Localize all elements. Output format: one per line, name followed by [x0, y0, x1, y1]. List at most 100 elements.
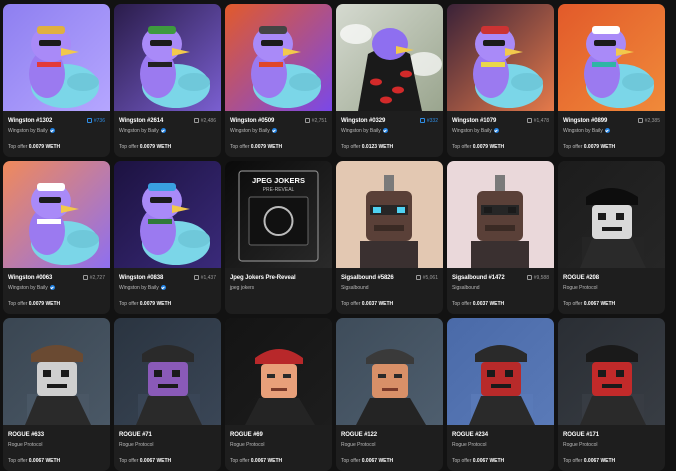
collection-name[interactable]: Rogue Protocol: [8, 440, 105, 449]
nft-name[interactable]: ROGUE #234: [452, 432, 488, 438]
nft-name[interactable]: Wingston #1079: [452, 118, 496, 124]
nft-card[interactable]: Wingston #0329 #332 Wingston by Baily Top o…: [336, 4, 443, 157]
collection-name-text: Wingston by Baily: [119, 127, 159, 134]
nft-card[interactable]: ROGUE #633 Rogue Protocol Top offer 0.0067…: [3, 318, 110, 471]
nft-image[interactable]: [558, 318, 665, 425]
nft-name[interactable]: ROGUE #71: [119, 432, 152, 438]
nft-name[interactable]: Wingston #0329: [341, 118, 385, 124]
rarity-icon: [415, 275, 421, 280]
collection-name[interactable]: Wingston by Baily: [230, 126, 327, 135]
nft-card[interactable]: ROGUE #69 Rogue Protocol Top offer 0.0067 …: [225, 318, 332, 471]
top-offer-value: 0.0079 WETH: [472, 144, 505, 150]
collection-name[interactable]: Wingston by Baily: [119, 126, 216, 135]
nft-name[interactable]: Wingston #1302: [8, 118, 52, 124]
nft-name[interactable]: ROGUE #633: [8, 432, 44, 438]
collection-name[interactable]: Rogue Protocol: [119, 440, 216, 449]
nft-card[interactable]: JPEG JOKERS PRE-REVEAL Jpeg Jokers Pre-Rev…: [225, 161, 332, 314]
collection-name[interactable]: Wingston by Baily: [452, 126, 549, 135]
collection-name-text: Rogue Protocol: [119, 441, 154, 448]
collection-name[interactable]: jpeg jokers: [230, 283, 327, 292]
top-offer-label: Top offer: [341, 301, 361, 307]
rarity-rank-value: #1,478: [533, 117, 549, 124]
nft-image[interactable]: [447, 161, 554, 268]
collection-name[interactable]: Rogue Protocol: [563, 440, 660, 449]
nft-name[interactable]: Sigsalbound #1472: [452, 275, 505, 281]
nft-name[interactable]: Wingston #0063: [8, 275, 52, 281]
nft-image[interactable]: JPEG JOKERS PRE-REVEAL: [225, 161, 332, 268]
collection-name[interactable]: Rogue Protocol: [563, 283, 660, 292]
nft-card[interactable]: ROGUE #71 Rogue Protocol Top offer 0.0067 …: [114, 318, 221, 471]
collection-name-text: Rogue Protocol: [563, 441, 598, 448]
nft-image[interactable]: [558, 161, 665, 268]
nft-image[interactable]: [114, 161, 221, 268]
collection-name[interactable]: Wingston by Baily: [119, 283, 216, 292]
nft-name[interactable]: ROGUE #69: [230, 432, 263, 438]
top-offer: Top offer 0.0067 WETH: [119, 458, 216, 464]
nft-image[interactable]: [558, 4, 665, 111]
nft-name[interactable]: Jpeg Jokers Pre-Reveal: [230, 275, 296, 281]
top-offer: Top offer 0.0067 WETH: [563, 301, 660, 307]
nft-card[interactable]: ROGUE #208 Rogue Protocol Top offer 0.0067…: [558, 161, 665, 314]
nft-card[interactable]: Sigsalbound #5826 #5,061 Sigsalbound Top of…: [336, 161, 443, 314]
nft-card[interactable]: Wingston #1079 #1,478 Wingston by Baily Top…: [447, 4, 554, 157]
top-offer-value: 0.0123 WETH: [361, 144, 394, 150]
nft-image[interactable]: [336, 318, 443, 425]
collection-name[interactable]: Wingston by Baily: [341, 126, 438, 135]
collection-name[interactable]: Wingston by Baily: [563, 126, 660, 135]
rarity-icon: [526, 118, 532, 123]
nft-name[interactable]: Wingston #0899: [563, 118, 607, 124]
nft-card[interactable]: Wingston #0899 #2,385 Wingston by Baily Top…: [558, 4, 665, 157]
collection-name[interactable]: Rogue Protocol: [230, 440, 327, 449]
nft-card[interactable]: Wingston #1302 #736 Wingston by Baily Top o…: [3, 4, 110, 157]
top-offer-label: Top offer: [8, 144, 28, 150]
top-offer-value: 0.0079 WETH: [139, 301, 172, 307]
top-offer: Top offer 0.0079 WETH: [230, 144, 327, 150]
nft-image[interactable]: [447, 318, 554, 425]
top-offer-label: Top offer: [8, 301, 28, 307]
nft-image[interactable]: [3, 318, 110, 425]
nft-card[interactable]: Wingston #0509 #2,751 Wingston by Baily Top…: [225, 4, 332, 157]
nft-image[interactable]: [3, 161, 110, 268]
nft-name[interactable]: ROGUE #122: [341, 432, 377, 438]
top-offer-label: Top offer: [563, 301, 583, 307]
top-offer-label: Top offer: [230, 144, 250, 150]
nft-card[interactable]: Wingston #0838 #1,437 Wingston by Baily Top…: [114, 161, 221, 314]
rarity-icon: [637, 118, 643, 123]
nft-card[interactable]: Wingston #2614 #2,486 Wingston by Baily Top…: [114, 4, 221, 157]
collection-name[interactable]: Wingston by Baily: [8, 283, 105, 292]
rarity-rank-value: #5,061: [422, 274, 438, 281]
collection-name[interactable]: Sigsalbound: [341, 283, 438, 292]
nft-image[interactable]: [336, 4, 443, 111]
nft-card[interactable]: ROGUE #171 Rogue Protocol Top offer 0.0067…: [558, 318, 665, 471]
nft-card[interactable]: ROGUE #122 Rogue Protocol Top offer 0.0067…: [336, 318, 443, 471]
nft-name[interactable]: ROGUE #171: [563, 432, 599, 438]
top-offer: Top offer 0.0037 WETH: [341, 301, 438, 307]
nft-image[interactable]: [336, 161, 443, 268]
collection-name-text: Wingston by Baily: [8, 127, 48, 134]
nft-image[interactable]: [225, 4, 332, 111]
top-offer: Top offer 0.0079 WETH: [563, 144, 660, 150]
nft-image[interactable]: [3, 4, 110, 111]
collection-name[interactable]: Rogue Protocol: [452, 440, 549, 449]
nft-image[interactable]: [447, 4, 554, 111]
nft-name[interactable]: Wingston #2614: [119, 118, 163, 124]
nft-card[interactable]: ROGUE #234 Rogue Protocol Top offer 0.0067…: [447, 318, 554, 471]
nft-image[interactable]: [114, 4, 221, 111]
top-offer-value: 0.0037 WETH: [361, 301, 394, 307]
nft-image[interactable]: [225, 318, 332, 425]
nft-grid: Wingston #1302 #736 Wingston by Baily Top o…: [0, 0, 676, 471]
collection-name-text: Rogue Protocol: [452, 441, 487, 448]
nft-image[interactable]: [114, 318, 221, 425]
nft-name[interactable]: ROGUE #208: [563, 275, 599, 281]
rarity-rank: #2,751: [304, 118, 327, 124]
nft-card[interactable]: Sigsalbound #1472 #9,588 Sigsalbound Top of…: [447, 161, 554, 314]
nft-name[interactable]: Wingston #0838: [119, 275, 163, 281]
nft-name[interactable]: Wingston #0509: [230, 118, 274, 124]
top-offer: Top offer 0.0079 WETH: [119, 144, 216, 150]
top-offer-value: 0.0079 WETH: [583, 144, 616, 150]
nft-name[interactable]: Sigsalbound #5826: [341, 275, 394, 281]
collection-name[interactable]: Sigsalbound: [452, 283, 549, 292]
collection-name[interactable]: Rogue Protocol: [341, 440, 438, 449]
collection-name[interactable]: Wingston by Baily: [8, 126, 105, 135]
nft-card[interactable]: Wingston #0063 #2,727 Wingston by Baily Top…: [3, 161, 110, 314]
